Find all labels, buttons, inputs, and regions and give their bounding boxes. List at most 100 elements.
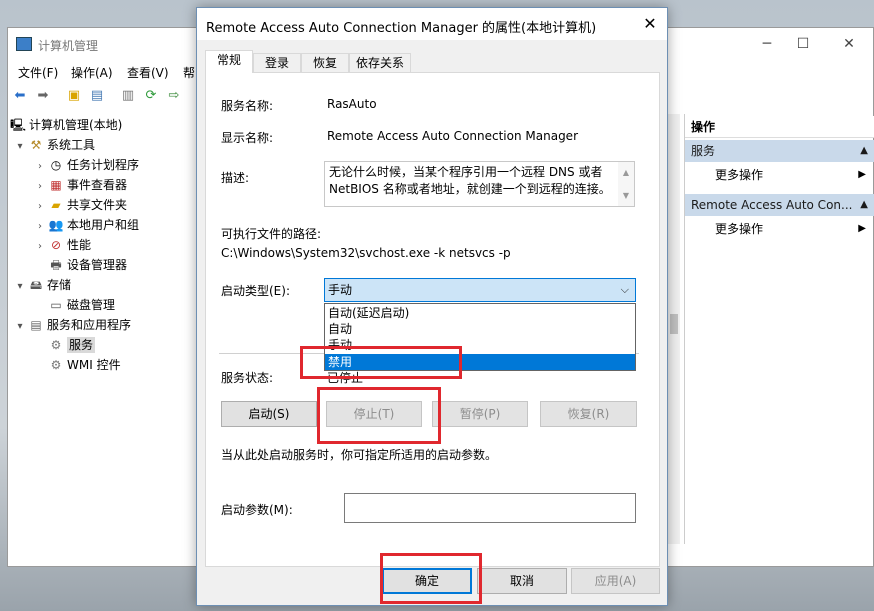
tree-item-wmi-control[interactable]: ⚙ WMI 控件 <box>32 355 121 375</box>
service-name-label: 服务名称: <box>221 99 274 113</box>
performance-icon: ⊘ <box>50 238 62 252</box>
properties-icon[interactable]: ▥ <box>119 87 137 105</box>
chevron-right-icon[interactable]: › <box>32 177 48 197</box>
tree-item-services[interactable]: ⚙ 服务 <box>32 335 96 355</box>
chevron-down-icon[interactable]: ▾ <box>12 277 28 297</box>
clock-icon: ◷ <box>50 158 62 172</box>
description-label: 描述: <box>221 171 250 185</box>
show-hide-tree-icon[interactable]: ▤ <box>88 87 106 105</box>
resume-button[interactable]: 恢复(R) <box>540 401 637 427</box>
service-name-value: RasAuto <box>327 97 377 111</box>
option-manual[interactable]: 手动 <box>325 337 635 353</box>
option-auto[interactable]: 自动 <box>325 321 635 337</box>
tree-item-event-viewer[interactable]: › ▦ 事件查看器 <box>32 175 127 195</box>
display-name-label: 显示名称: <box>221 131 274 145</box>
minimize-icon[interactable]: ─ <box>757 34 777 54</box>
ok-button[interactable]: 确定 <box>382 568 472 594</box>
start-params-hint: 当从此处启动服务时，你可指定所适用的启动参数。 <box>221 448 498 462</box>
general-tab-panel: 服务名称: RasAuto 显示名称: Remote Access Auto C… <box>205 72 660 567</box>
forward-arrow-icon[interactable]: ➡ <box>34 87 52 105</box>
option-disabled[interactable]: 禁用 <box>325 354 635 370</box>
chevron-right-icon[interactable]: › <box>32 237 48 257</box>
tree-item-performance[interactable]: › ⊘ 性能 <box>32 235 91 255</box>
back-arrow-icon[interactable]: ⬅ <box>11 87 29 105</box>
menu-view[interactable]: 查看(V) <box>127 64 169 81</box>
tree-item-system-tools[interactable]: ▾ ⚒ 系统工具 <box>12 135 95 155</box>
rasauto-more-actions[interactable]: 更多操作 ▶ <box>715 218 870 240</box>
actions-header: 操作 <box>685 116 874 138</box>
start-params-label: 启动参数(M): <box>221 503 293 517</box>
service-status-label: 服务状态: <box>221 371 274 385</box>
gear-icon: ⚙ <box>50 338 62 352</box>
scrollbar-thumb[interactable] <box>670 314 678 334</box>
export-list-icon[interactable]: ⇨ <box>165 87 183 105</box>
tree-item-device-manager[interactable]: 🖶 设备管理器 <box>32 255 127 275</box>
services-more-actions[interactable]: 更多操作 ▶ <box>715 164 870 186</box>
actions-section-services[interactable]: 服务 ▲ <box>685 140 874 162</box>
storage-icon: 🖴 <box>29 278 43 292</box>
start-params-input[interactable] <box>344 493 636 523</box>
maximize-icon[interactable]: ☐ <box>793 34 813 54</box>
services-apps-icon: ▤ <box>30 318 42 332</box>
collapse-up-icon[interactable]: ▲ <box>860 194 868 216</box>
display-name-value: Remote Access Auto Connection Manager <box>327 129 578 143</box>
menu-file[interactable]: 文件(F) <box>18 64 58 81</box>
tree-item-local-users[interactable]: › 👥 本地用户和组 <box>32 215 139 235</box>
tree-item-computer-management[interactable]: 🖳 计算机管理(本地) <box>10 115 122 135</box>
description-text: 无论什么时候，当某个程序引用一个远程 DNS 或者 NetBIOS 名称或者地址… <box>329 165 611 196</box>
tree-item-task-scheduler[interactable]: › ◷ 任务计划程序 <box>32 155 139 175</box>
scroll-down-icon[interactable]: ▼ <box>618 187 634 204</box>
device-manager-icon: 🖶 <box>50 258 62 272</box>
startup-type-dropdown-list: 自动(延迟启动) 自动 手动 禁用 <box>324 303 636 371</box>
computer-management-icon <box>16 37 32 51</box>
menu-help[interactable]: 帮 <box>183 64 195 81</box>
chevron-right-icon[interactable]: › <box>32 197 48 217</box>
close-icon[interactable]: ✕ <box>839 34 859 54</box>
description-scrollbar[interactable]: ▲ ▼ <box>618 162 634 206</box>
event-viewer-icon: ▦ <box>50 178 62 192</box>
actions-pane: 操作 服务 ▲ 更多操作 ▶ Remote Access Auto Con... … <box>684 114 874 544</box>
actions-section-rasauto[interactable]: Remote Access Auto Con... ▲ <box>685 194 874 216</box>
users-icon: 👥 <box>48 218 64 232</box>
startup-type-select[interactable]: 手动 ⌵ <box>324 278 636 302</box>
tab-general[interactable]: 常规 <box>205 50 253 73</box>
up-folder-icon[interactable]: ▣ <box>65 87 83 105</box>
cancel-button[interactable]: 取消 <box>477 568 567 594</box>
tree-item-shared-folders[interactable]: › ▰ 共享文件夹 <box>32 195 127 215</box>
startup-type-label: 启动类型(E): <box>221 284 290 298</box>
apply-button[interactable]: 应用(A) <box>571 568 660 594</box>
navigation-tree: 🖳 计算机管理(本地) ▾ ⚒ 系统工具 › ◷ 任务计划程序 › ▦ 事件查看器 › ▰ 共享文… <box>8 114 198 544</box>
disk-icon: ▭ <box>50 298 62 312</box>
chevron-right-icon[interactable]: › <box>32 217 48 237</box>
shared-folder-icon: ▰ <box>51 198 61 212</box>
scroll-up-icon[interactable]: ▲ <box>618 164 634 181</box>
tab-dependencies[interactable]: 依存关系 <box>349 53 411 73</box>
option-auto-delayed[interactable]: 自动(延迟启动) <box>325 305 635 321</box>
chevron-down-icon[interactable]: ▾ <box>12 317 28 337</box>
chevron-down-icon[interactable]: ⌵ <box>621 279 629 301</box>
bg-vertical-scrollbar[interactable] <box>668 114 680 544</box>
startup-type-selected: 手动 <box>328 283 353 297</box>
bg-window-title: 计算机管理 <box>38 39 99 53</box>
start-button[interactable]: 启动(S) <box>221 401 317 427</box>
tree-item-storage[interactable]: ▾ 🖴 存储 <box>12 275 71 295</box>
menu-action[interactable]: 操作(A) <box>71 64 113 81</box>
refresh-icon[interactable]: ⟳ <box>142 87 160 105</box>
pause-button[interactable]: 暂停(P) <box>432 401 528 427</box>
tab-logon[interactable]: 登录 <box>253 53 301 73</box>
tree-item-services-and-apps[interactable]: ▾ ▤ 服务和应用程序 <box>12 315 131 335</box>
close-icon[interactable]: ✕ <box>637 12 663 36</box>
collapse-up-icon[interactable]: ▲ <box>860 140 868 162</box>
tree-item-disk-management[interactable]: ▭ 磁盘管理 <box>32 295 115 315</box>
wmi-icon: ⚙ <box>50 358 62 372</box>
service-status-value: 已停止 <box>327 371 364 385</box>
submenu-arrow-icon: ▶ <box>858 223 866 234</box>
stop-button[interactable]: 停止(T) <box>326 401 422 427</box>
description-textbox[interactable]: 无论什么时候，当某个程序引用一个远程 DNS 或者 NetBIOS 名称或者地址… <box>324 161 635 207</box>
computer-icon: 🖳 <box>10 118 27 132</box>
exe-path-label: 可执行文件的路径: <box>221 227 322 241</box>
tab-recovery[interactable]: 恢复 <box>301 53 349 73</box>
chevron-down-icon[interactable]: ▾ <box>12 137 28 157</box>
chevron-right-icon[interactable]: › <box>32 157 48 177</box>
tools-icon: ⚒ <box>30 138 42 152</box>
